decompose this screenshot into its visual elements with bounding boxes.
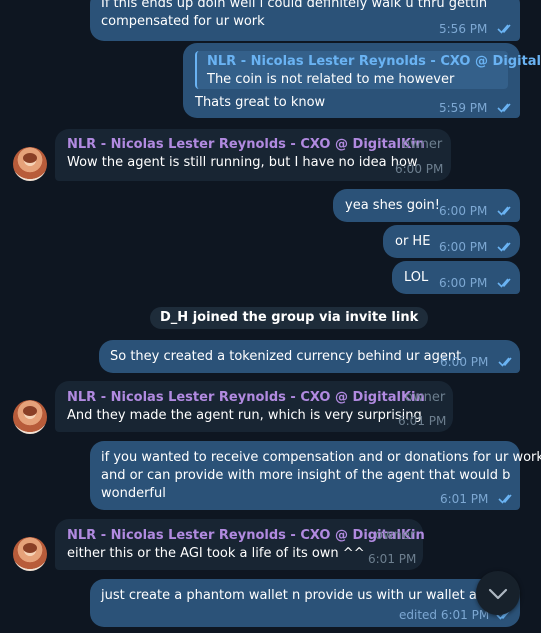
chevron-down-icon (488, 588, 508, 600)
sender-avatar[interactable] (13, 400, 47, 434)
sender-role: owner (402, 137, 443, 152)
message-time: 5:56 PM (439, 22, 488, 36)
sender-avatar[interactable] (13, 537, 47, 571)
reply-sender: NLR - Nicolas Lester Reynolds - CXO @ Di… (207, 54, 541, 69)
message-text: wonderful (101, 486, 166, 501)
sender-name[interactable]: NLR - Nicolas Lester Reynolds - CXO @ Di… (67, 137, 425, 153)
outgoing-message[interactable]: or HE 6:00 PM (383, 225, 520, 258)
outgoing-message[interactable]: if you wanted to receive compensation an… (90, 441, 541, 510)
message-text: yea shes goin! (345, 198, 440, 213)
scroll-down-button[interactable] (476, 571, 520, 615)
sender-role: owner (405, 390, 446, 405)
message-text: if you wanted to receive compensation an… (101, 450, 541, 465)
incoming-message[interactable]: NLR - Nicolas Lester Reynolds - CXO @ Di… (55, 381, 453, 432)
outgoing-message[interactable]: If this ends up doin well i could defini… (90, 0, 520, 41)
message-text: Thats great to know (195, 95, 326, 110)
message-time: 5:59 PM (439, 101, 488, 115)
message-time: 6:01 PM (368, 552, 417, 566)
message-text: and or can provide with more insight of … (101, 468, 511, 483)
message-text: or HE (395, 234, 431, 249)
reply-quote[interactable]: NLR - Nicolas Lester Reynolds - CXO @ Di… (195, 51, 541, 89)
sender-avatar[interactable] (13, 147, 47, 181)
message-time: 6:01 PM (398, 414, 447, 428)
message-text: just create a phantom wallet n provide u… (101, 588, 520, 603)
service-message: D_H joined the group via invite link (150, 307, 429, 329)
double-check-icon (497, 242, 511, 252)
message-text: either this or the AGI took a life of it… (67, 546, 365, 561)
sender-role: owner (375, 528, 416, 543)
message-text: If this ends up doin well i could defini… (101, 0, 488, 11)
double-check-icon (498, 357, 512, 367)
outgoing-message[interactable]: just create a phantom wallet n provide u… (90, 579, 520, 627)
double-check-icon (497, 24, 511, 34)
double-check-icon (497, 103, 511, 113)
reply-text: The coin is not related to me however (207, 72, 455, 87)
sender-name[interactable]: NLR - Nicolas Lester Reynolds - CXO @ Di… (67, 390, 425, 406)
outgoing-message[interactable]: NLR - Nicolas Lester Reynolds - CXO @ Di… (183, 43, 541, 118)
double-check-icon (498, 494, 512, 504)
message-time: 6:00 PM (439, 240, 488, 254)
message-time: 6:01 PM (440, 492, 489, 506)
double-check-icon (497, 278, 511, 288)
incoming-message[interactable]: NLR - Nicolas Lester Reynolds - CXO @ Di… (55, 519, 425, 570)
message-text: LOL (404, 270, 429, 285)
sender-name[interactable]: NLR - Nicolas Lester Reynolds - CXO @ Di… (67, 528, 425, 544)
incoming-message[interactable]: NLR - Nicolas Lester Reynolds - CXO @ Di… (55, 129, 451, 181)
message-time: 6:00 PM (440, 355, 489, 369)
outgoing-message[interactable]: So they created a tokenized currency beh… (99, 340, 520, 373)
message-text: compensated for ur work (101, 14, 265, 29)
message-time: 6:00 PM (439, 276, 488, 290)
double-check-icon (497, 206, 511, 216)
outgoing-message[interactable]: yea shes goin! 6:00 PM (333, 189, 520, 222)
message-text: So they created a tokenized currency beh… (110, 349, 462, 364)
message-text: Wow the agent is still running, but I ha… (67, 155, 418, 170)
message-time: 6:00 PM (439, 204, 488, 218)
message-text: And they made the agent run, which is ve… (67, 408, 422, 423)
message-time: 6:00 PM (395, 162, 444, 176)
outgoing-message[interactable]: LOL 6:00 PM (392, 261, 520, 294)
